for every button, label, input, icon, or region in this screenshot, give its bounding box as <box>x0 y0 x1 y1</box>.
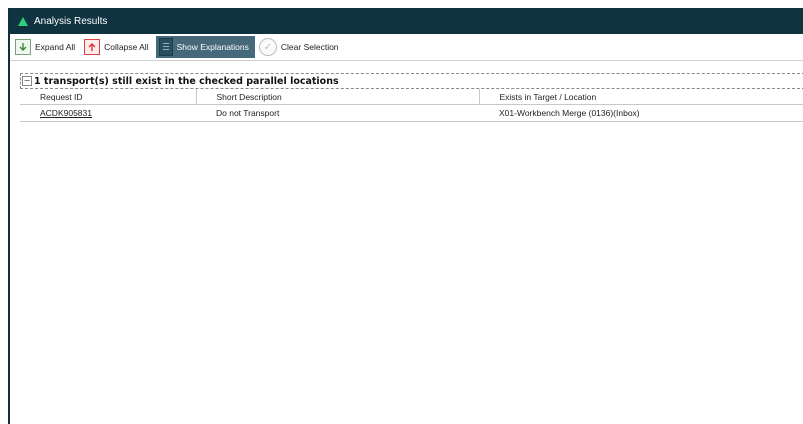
show-explanations-label: Show Explanations <box>176 42 249 52</box>
table-row[interactable]: ACDK905831 Do not Transport X01-Workbenc… <box>20 104 803 122</box>
collapse-all-label: Collapse All <box>104 42 149 52</box>
show-explanations-button[interactable]: Show Explanations <box>155 36 255 58</box>
toolbar: Expand All Collapse All Show Explanation… <box>10 34 803 61</box>
clear-selection-button[interactable]: ✓ Clear Selection <box>257 36 344 58</box>
collapse-all-button[interactable]: Collapse All <box>82 36 153 58</box>
column-header-request-id[interactable]: Request ID <box>20 89 197 105</box>
column-header-exists-in-target[interactable]: Exists in Target / Location <box>479 89 803 105</box>
request-id-link[interactable]: ACDK905831 <box>20 104 196 122</box>
collapse-arrow-icon <box>84 39 101 55</box>
results-table: Request ID Short Description Exists in T… <box>20 89 803 122</box>
short-description-cell: Do not Transport <box>196 104 479 122</box>
expand-arrow-icon <box>15 39 31 55</box>
group-label: 1 transport(s) still exist in the checke… <box>34 75 339 87</box>
title-bar: Analysis Results <box>10 8 803 34</box>
clear-selection-label: Clear Selection <box>280 42 339 52</box>
analysis-results-window: Analysis Results Expand All Collapse All… <box>8 8 803 424</box>
window-title: Analysis Results <box>34 15 108 27</box>
expand-all-button[interactable]: Expand All <box>13 36 80 58</box>
group-header-row[interactable]: − 1 transport(s) still exist in the chec… <box>20 73 803 89</box>
target-location-cell: X01-Workbench Merge (0136)(Inbox) <box>479 104 803 122</box>
results-panel: − 1 transport(s) still exist in the chec… <box>19 73 803 424</box>
expand-all-label: Expand All <box>35 42 76 52</box>
app-logo-icon <box>18 16 28 26</box>
collapse-group-icon[interactable]: − <box>22 76 32 86</box>
document-icon <box>158 38 173 56</box>
check-circle-icon: ✓ <box>258 38 277 56</box>
column-header-short-description[interactable]: Short Description <box>196 89 480 105</box>
table-header-row: Request ID Short Description Exists in T… <box>20 89 803 105</box>
